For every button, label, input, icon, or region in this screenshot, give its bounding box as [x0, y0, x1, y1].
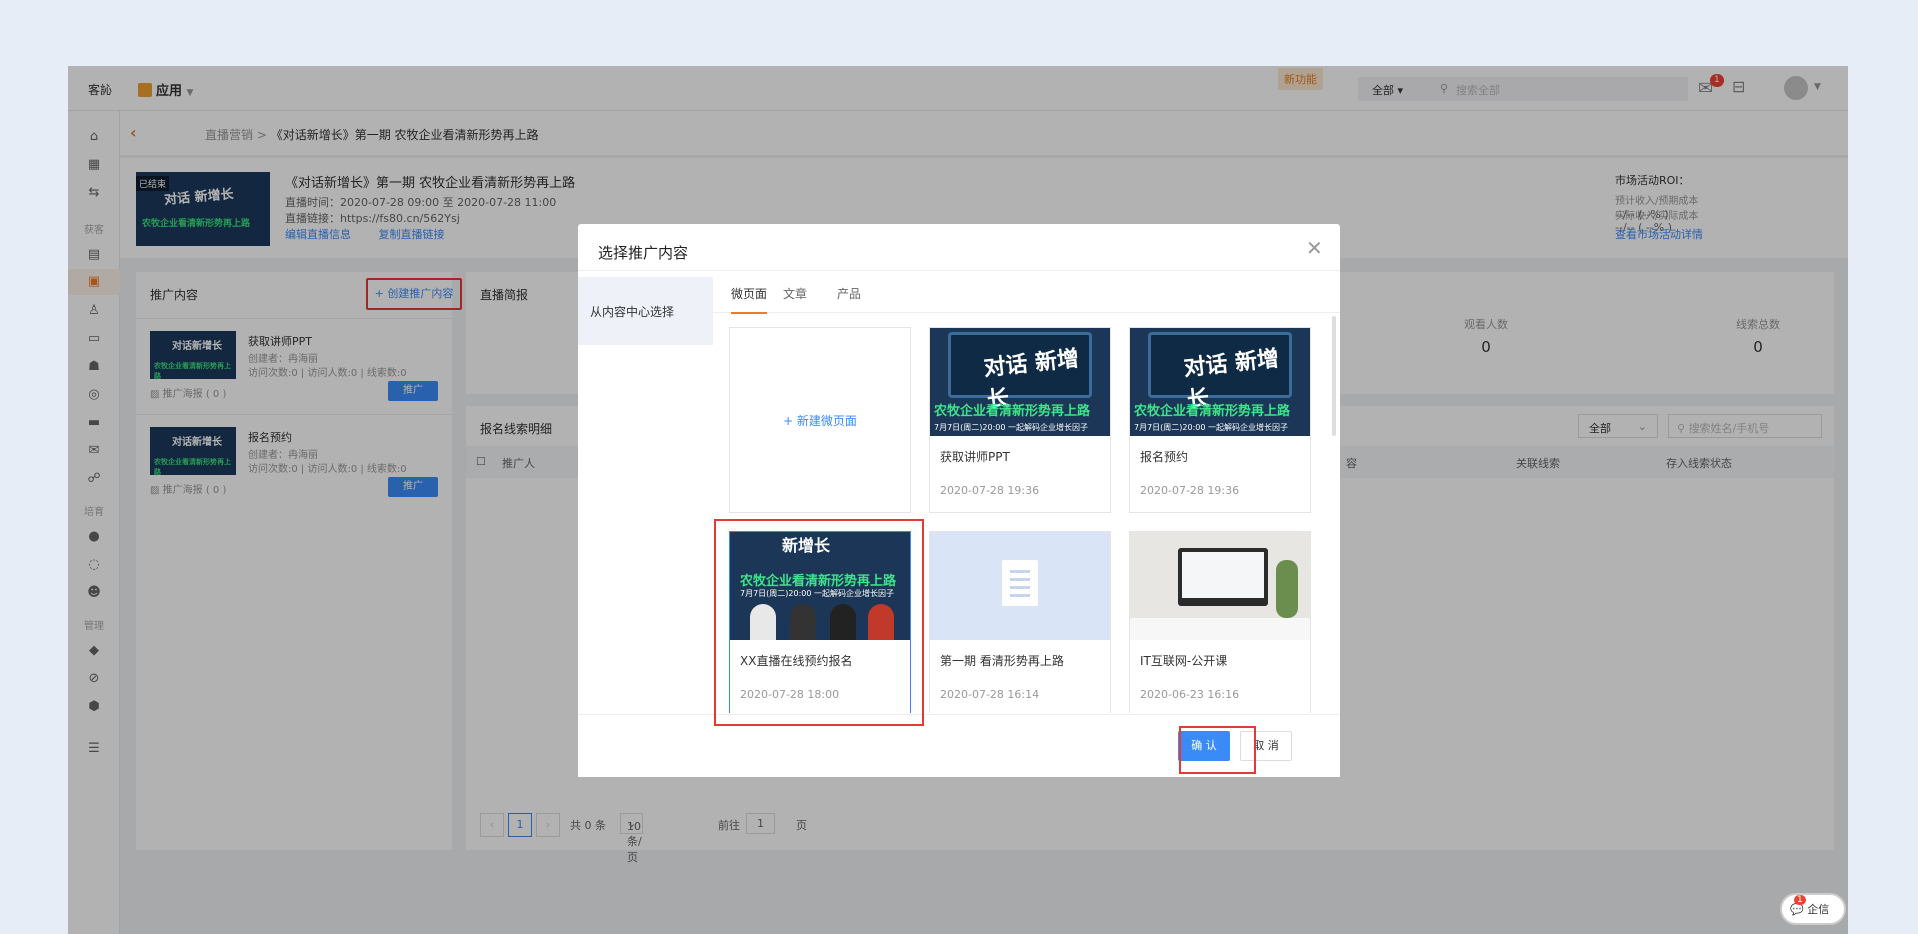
card-date: 2020-06-23 16:16 — [1140, 688, 1240, 701]
card-image: 对话 新增长 农牧企业看清新形势再上路 7月7日(周二)20:00 一起解码企业… — [1130, 328, 1310, 436]
highlight-confirm-button — [1179, 726, 1256, 774]
content-card[interactable]: 对话 新增长 农牧企业看清新形势再上路 7月7日(周二)20:00 一起解码企业… — [1129, 327, 1311, 513]
document-icon — [930, 532, 1110, 640]
card-name: IT互联网-公开课 — [1140, 654, 1228, 668]
card-date: 2020-07-28 19:36 — [1140, 484, 1240, 497]
modal-title: 选择推广内容 — [598, 244, 689, 262]
card-date: 2020-07-28 19:36 — [940, 484, 1040, 497]
source-content-center[interactable]: 从内容中心选择 — [578, 277, 713, 345]
card-image — [1130, 532, 1310, 640]
content-card[interactable]: 对话 新增长 农牧企业看清新形势再上路 7月7日(周二)20:00 一起解码企业… — [929, 327, 1111, 513]
tab-product[interactable]: 产品 — [837, 285, 861, 302]
card-image: 对话 新增长 农牧企业看清新形势再上路 7月7日(周二)20:00 一起解码企业… — [930, 328, 1110, 436]
card-name: 获取讲师PPT — [940, 450, 1010, 464]
new-micro-page-card[interactable]: + 新建微页面 — [729, 327, 911, 513]
select-content-modal: 选择推广内容 ✕ 从内容中心选择 微页面 文章 产品 + 新建微页面 对话 新增… — [578, 224, 1340, 777]
grid-scrollbar[interactable] — [1332, 316, 1336, 436]
qixin-label: 企信 — [1807, 903, 1830, 916]
qixin-badge: 1 — [1794, 895, 1806, 905]
card-date: 2020-07-28 16:14 — [940, 688, 1040, 701]
tab-micro-page[interactable]: 微页面 — [731, 285, 768, 314]
content-card[interactable]: 第一期 看清形势再上路 2020-07-28 16:14 — [929, 531, 1111, 713]
close-icon[interactable]: ✕ — [1306, 236, 1323, 260]
tab-article[interactable]: 文章 — [783, 285, 807, 302]
card-name: 报名预约 — [1140, 450, 1189, 464]
modal-source-nav: 从内容中心选择 — [578, 271, 713, 714]
card-name: 第一期 看清形势再上路 — [940, 654, 1064, 668]
content-tabs: 微页面 文章 产品 — [713, 271, 1340, 314]
content-card[interactable]: IT互联网-公开课 2020-06-23 16:16 — [1129, 531, 1311, 713]
highlight-selected-card — [714, 519, 924, 726]
qixin-chat-button[interactable]: 1 💬 企信 — [1780, 893, 1846, 925]
